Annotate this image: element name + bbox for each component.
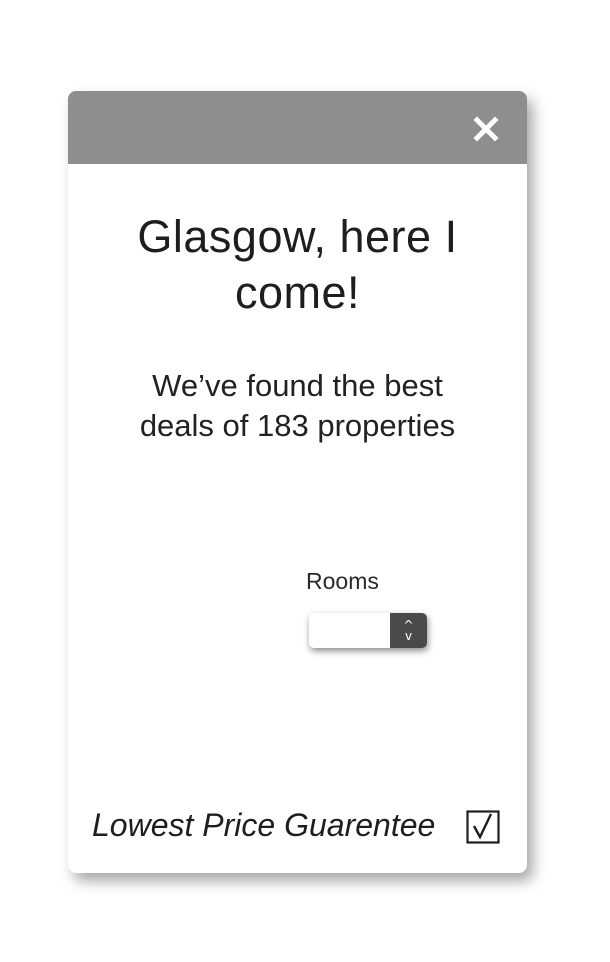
rooms-stepper[interactable]: ^ v	[309, 613, 427, 648]
title-line-2: come!	[234, 267, 361, 318]
guarantee-text: Lowest Price Guarentee	[92, 807, 436, 843]
stepper-down-icon[interactable]: v	[405, 630, 412, 642]
modal-header	[68, 91, 527, 164]
subtitle-line-2: deals of 183 properties	[139, 408, 456, 443]
stepper-arrows: ^ v	[390, 613, 427, 648]
property-search-modal: Glasgow, here I come! We’ve found the be…	[68, 91, 527, 873]
rooms-label: Rooms	[306, 568, 379, 594]
close-icon	[473, 116, 499, 142]
rooms-input[interactable]	[309, 613, 390, 648]
modal-title: Glasgow, here I come!	[68, 209, 527, 321]
checkbox-checked-icon[interactable]	[466, 810, 500, 844]
title-line-1: Glasgow, here I	[137, 211, 458, 262]
close-button[interactable]	[469, 112, 503, 146]
subtitle-line-1: We’ve found the best	[152, 368, 443, 403]
modal-subtitle: We’ve found the best deals of 183 proper…	[68, 366, 527, 446]
